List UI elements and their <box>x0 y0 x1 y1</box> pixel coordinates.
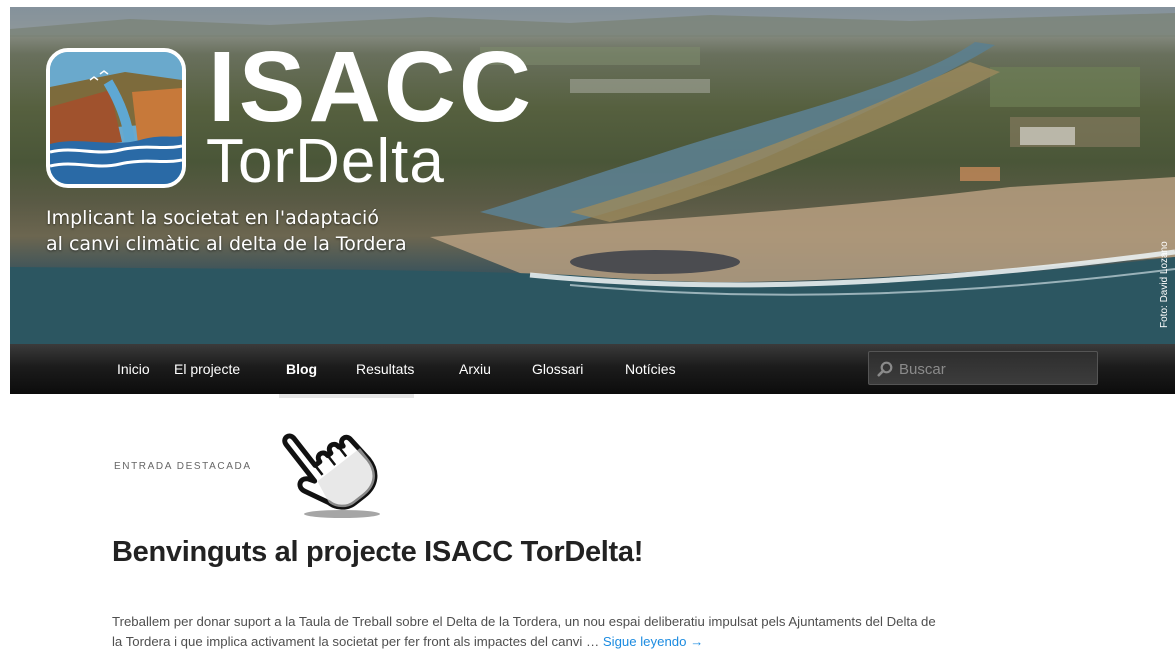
logo-emblem-icon[interactable] <box>46 48 186 188</box>
search-icon <box>877 361 893 377</box>
post-title[interactable]: Benvinguts al projecte ISACC TorDelta! <box>112 532 643 572</box>
post-excerpt: Treballem per donar suport a la Taula de… <box>112 612 1092 652</box>
nav-item-el-projecte[interactable]: El projecte <box>174 344 240 394</box>
tagline: Implicant la societat en l'adaptació al … <box>46 205 407 257</box>
excerpt-line-2-text: la Tordera i que implica activament la s… <box>112 634 603 649</box>
tagline-line-1: Implicant la societat en l'adaptació <box>46 207 379 229</box>
nav-item-arxiu[interactable]: Arxiu <box>459 344 491 394</box>
featured-label: ENTRADA DESTACADA <box>114 461 252 472</box>
aerial-delta-photo <box>10 7 1175 344</box>
nav-item-resultats[interactable]: Resultats <box>356 344 414 394</box>
excerpt-line-2: la Tordera i que implica activament la s… <box>112 632 1092 652</box>
nav-item-inicio[interactable]: Inicio <box>117 344 150 394</box>
search-box[interactable] <box>868 351 1098 385</box>
hand-pointer-icon <box>282 433 380 518</box>
brand-subtitle: TorDelta <box>206 127 445 196</box>
tagline-line-2: al canvi climàtic al delta de la Tordera <box>46 233 407 255</box>
header-banner[interactable]: ISACC TorDelta Implicant la societat en … <box>10 7 1175 344</box>
brand-title: ISACC <box>208 31 535 143</box>
photo-credit: Foto: David Lozano <box>1159 229 1173 339</box>
nav-item-glossari[interactable]: Glossari <box>532 344 583 394</box>
excerpt-line-1: Treballem per donar suport a la Taula de… <box>112 614 936 629</box>
nav-item-blog[interactable]: Blog <box>286 344 317 394</box>
photo-credit-text: Foto: David Lozano <box>1159 241 1170 328</box>
main-navigation: Inicio El projecte Blog Resultats Arxiu … <box>10 344 1175 394</box>
search-input[interactable] <box>897 357 1091 381</box>
nav-item-noticies[interactable]: Notícies <box>625 344 676 394</box>
active-tab-indicator <box>279 394 414 398</box>
read-more-link[interactable]: Sigue leyendo → <box>603 634 703 649</box>
